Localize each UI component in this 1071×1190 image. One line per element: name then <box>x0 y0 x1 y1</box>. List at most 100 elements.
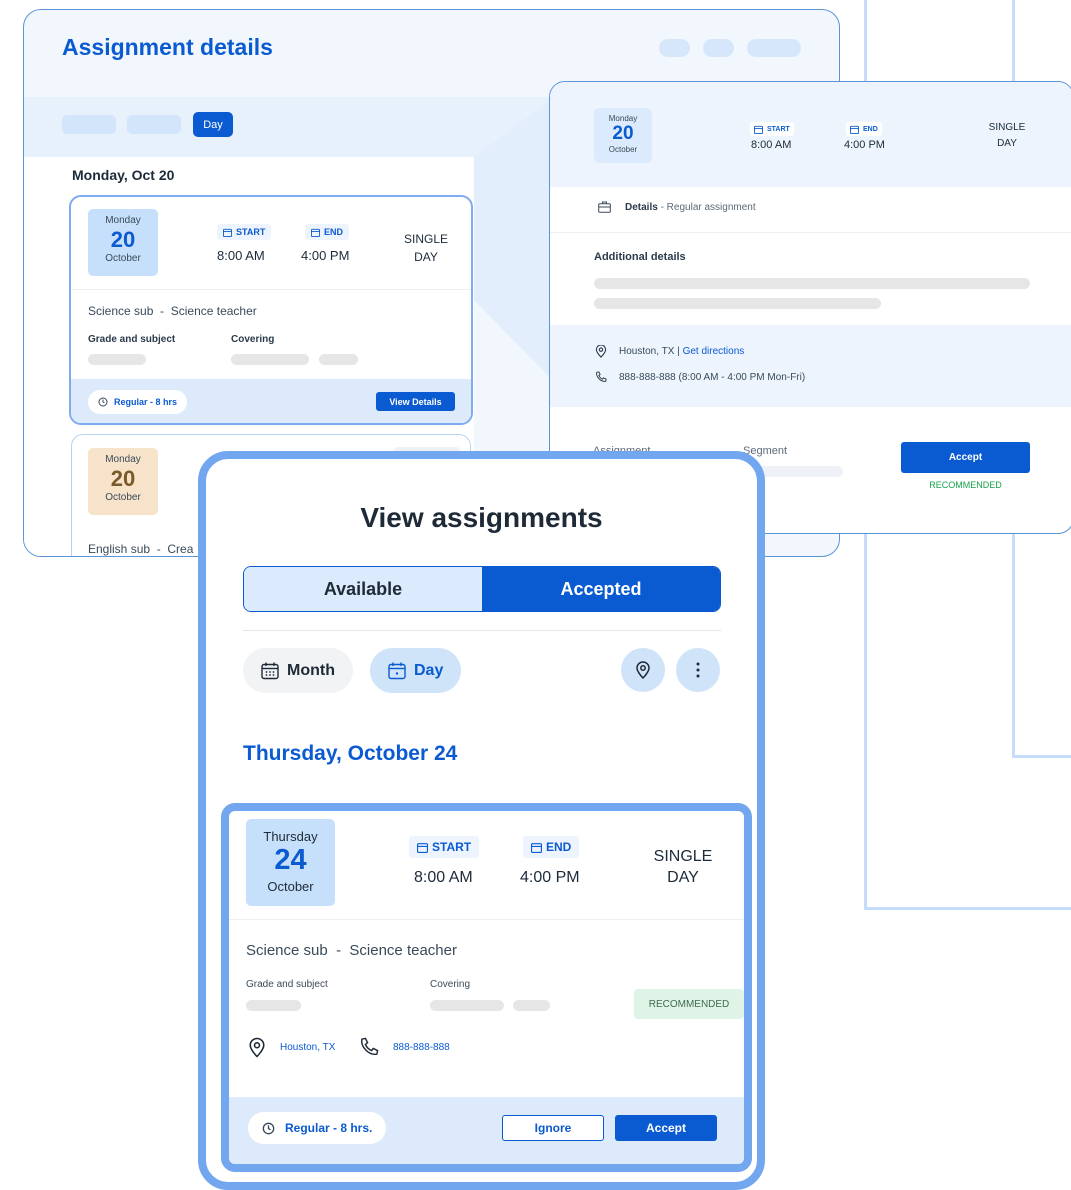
more-vertical-icon <box>696 662 700 678</box>
contact-band <box>550 325 1071 407</box>
end-time: 4:00 PM <box>844 139 885 151</box>
start-time: 8:00 AM <box>217 248 265 263</box>
recommended-label: RECOMMENDED <box>929 480 1002 490</box>
role-line: Science sub - Science teacher <box>88 304 257 318</box>
date-block: Monday 20 October <box>88 209 158 276</box>
details-text: - Regular assignment <box>660 201 756 213</box>
tab-day[interactable]: Day <box>193 112 233 137</box>
calendar-icon <box>417 842 428 853</box>
location-pin-icon <box>636 661 650 679</box>
date-block: Monday 20 October <box>594 108 652 163</box>
recommended-badge: RECOMMENDED <box>634 989 744 1019</box>
regular-hours-chip: Regular - 8 hrs <box>88 390 188 414</box>
location-pin-icon <box>595 345 607 358</box>
day-number: 24 <box>274 844 307 876</box>
month-label: October <box>267 879 314 894</box>
end-tag: END <box>523 836 580 858</box>
start-time: 8:00 AM <box>414 869 473 886</box>
single-day-label: SINGLE DAY <box>403 232 448 264</box>
ignore-button[interactable]: Ignore <box>502 1115 604 1141</box>
covering-label: Covering <box>430 979 471 990</box>
location-row: Houston, TX <box>248 1037 335 1058</box>
calendar-icon <box>261 662 279 679</box>
start-tag: START <box>409 836 480 858</box>
location-pin-icon <box>249 1037 265 1058</box>
covering-label: Covering <box>231 334 275 345</box>
details-label: Details <box>625 201 658 213</box>
end-tag: END <box>846 122 882 136</box>
divider <box>71 289 471 290</box>
day-number: 20 <box>110 227 136 252</box>
weekday-label: Monday <box>608 114 638 123</box>
phone-icon <box>361 1037 379 1055</box>
location-text: Houston, TX | <box>619 346 680 357</box>
day-view-chip[interactable]: Day <box>370 648 462 693</box>
day-number: 20 <box>612 123 634 144</box>
calendar-icon <box>223 228 232 237</box>
month-label: October <box>608 145 638 154</box>
covering-placeholder <box>231 354 309 365</box>
accept-button[interactable]: Accept <box>615 1115 717 1141</box>
start-time: 8:00 AM <box>751 139 792 151</box>
date-heading: Monday, Oct 20 <box>72 167 175 183</box>
end-time: 4:00 PM <box>301 248 350 263</box>
tab-available[interactable]: Available <box>244 567 482 611</box>
phone-link[interactable]: 888-888-888 <box>393 1042 450 1053</box>
date-heading: Thursday, October 24 <box>243 742 458 765</box>
month-label: October <box>105 253 141 264</box>
calendar-icon <box>754 125 763 134</box>
clock-icon <box>98 397 108 407</box>
start-label: START <box>767 125 790 133</box>
briefcase-icon <box>598 201 611 213</box>
tab-placeholder[interactable] <box>127 115 181 134</box>
tab-accepted[interactable]: Accepted <box>482 567 720 611</box>
start-tag: START <box>750 122 794 136</box>
month-chip-label: Month <box>287 661 335 679</box>
more-options-button[interactable] <box>676 648 720 692</box>
end-label: END <box>546 840 572 854</box>
end-label: END <box>863 125 878 133</box>
grade-placeholder <box>88 354 146 365</box>
day-number: 20 <box>110 466 136 491</box>
covering-placeholder <box>319 354 358 365</box>
view-details-button[interactable]: View Details <box>376 392 455 411</box>
date-block: Thursday 24 October <box>246 819 335 906</box>
text-placeholder <box>594 278 1030 289</box>
start-label: START <box>236 227 266 237</box>
start-tag: START <box>217 224 272 240</box>
covering-placeholder <box>430 1000 504 1011</box>
role-line: Science sub - Science teacher <box>246 942 457 959</box>
end-time: 4:00 PM <box>520 869 580 886</box>
calendar-icon <box>311 228 320 237</box>
calendar-icon <box>850 125 859 134</box>
location-link[interactable]: Houston, TX <box>280 1042 335 1053</box>
regular-hours-chip: Regular - 8 hrs. <box>248 1112 387 1144</box>
start-label: START <box>432 840 472 854</box>
phone-icon <box>596 371 607 382</box>
accept-button[interactable]: Accept <box>901 442 1030 473</box>
text-placeholder <box>594 298 881 309</box>
assignment-card[interactable]: Monday 20 October START END 8:00 AM 4:00… <box>69 195 473 425</box>
get-directions-link[interactable]: Get directions <box>683 346 745 357</box>
single-day-label: SINGLE DAY <box>988 122 1026 149</box>
grade-label: Grade and subject <box>246 979 328 990</box>
assignment-card[interactable]: Thursday 24 October START END 8:00 AM 4:… <box>221 803 752 1172</box>
divider <box>550 232 1071 233</box>
details-row: Details - Regular assignment <box>598 201 756 213</box>
phone-text: 888-888-888 (8:00 AM - 4:00 PM Mon-Fri) <box>619 371 806 383</box>
page-title: View assignments <box>360 502 603 533</box>
end-tag: END <box>305 224 350 240</box>
divider <box>243 630 721 631</box>
segmented-control: Available Accepted <box>243 566 721 612</box>
location-button[interactable] <box>621 648 665 692</box>
month-view-chip[interactable]: Month <box>243 648 353 693</box>
view-assignments-card: View assignments Available Accepted Mont… <box>198 451 765 1190</box>
header-placeholder <box>747 39 801 57</box>
weekday-label: Thursday <box>263 829 318 844</box>
day-chip-label: Day <box>414 661 444 679</box>
page-title: Assignment details <box>62 34 273 60</box>
single-day-label: SINGLE DAY <box>653 848 713 886</box>
tab-placeholder[interactable] <box>62 115 116 134</box>
calendar-icon <box>388 662 406 679</box>
header-placeholder <box>703 39 734 57</box>
